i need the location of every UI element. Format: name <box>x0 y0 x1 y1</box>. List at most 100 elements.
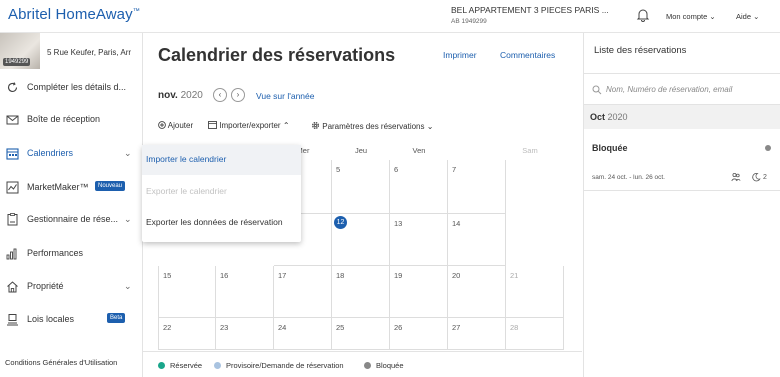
sidebar-item-label: Performances <box>27 248 84 258</box>
reservation-card[interactable]: Bloquée sam. 24 oct. - lun. 26 oct. 2 <box>584 129 780 191</box>
bell-icon[interactable] <box>636 8 650 22</box>
prev-month-button[interactable]: ‹ <box>213 88 227 102</box>
calendar-day[interactable]: 22 <box>158 318 216 350</box>
export-calendar-option: Exporter le calendrier <box>146 186 227 196</box>
calendar-day[interactable]: 21 <box>506 266 564 318</box>
moon-icon <box>752 172 761 182</box>
chevron-down-icon: ⌄ <box>124 148 132 158</box>
import-calendar-option[interactable]: Importer le calendrier <box>142 145 301 175</box>
blocked-dot <box>364 362 371 369</box>
chevron-down-icon: ⌄ <box>426 122 434 131</box>
sidebar-item-complete-details[interactable]: Compléter les détails d... <box>0 73 143 103</box>
reserved-dot <box>158 362 165 369</box>
clipboard-icon <box>7 213 18 226</box>
reservation-settings-button[interactable]: Paramètres des réservations ⌄ <box>311 121 433 131</box>
brand-logo[interactable]: Abritel HomeAway™ <box>8 6 140 23</box>
property-id-badge: 1949299 <box>3 58 31 66</box>
chevron-down-icon: ⌄ <box>753 12 760 21</box>
legend-blocked: Bloquée <box>376 361 404 370</box>
calendar-day[interactable]: 7 <box>448 160 506 214</box>
legend-reserved: Réservée <box>170 361 203 370</box>
sidebar-item-label: Gestionnaire de rése... <box>27 214 119 224</box>
gavel-icon <box>7 314 18 326</box>
comments-link[interactable]: Commentaires <box>500 50 555 60</box>
import-export-button[interactable]: Importer/exporter ⌃ <box>208 121 290 130</box>
chevron-down-icon: ⌄ <box>124 214 132 224</box>
search-input[interactable]: Nom, Numéro de réservation, email <box>606 85 732 94</box>
legend: Réservée Provisoire/Demande de réservati… <box>143 351 582 377</box>
bar-chart-icon <box>6 248 17 260</box>
property-selector-title[interactable]: BEL APPARTEMENT 3 PIECES PARIS ... <box>451 5 609 15</box>
calendar-day[interactable]: 27 <box>448 318 506 350</box>
weekday-header: Jeu <box>354 146 368 155</box>
sidebar-item-inbox[interactable]: Boîte de réception <box>0 105 143 135</box>
property-card[interactable]: 1949299 5 Rue Keufer, Paris, Arr <box>0 33 143 69</box>
new-badge: Nouveau <box>95 181 126 191</box>
terms-link[interactable]: Conditions Générales d'Utilisation <box>5 358 117 367</box>
page-title: Calendrier des réservations <box>158 45 396 65</box>
property-selector-id: AB 1949299 <box>451 18 487 25</box>
home-icon <box>7 281 18 293</box>
calendar-day-today[interactable]: 12 <box>332 214 390 266</box>
year-view-link[interactable]: Vue sur l'année <box>256 91 315 101</box>
sidebar: 1949299 5 Rue Keufer, Paris, Arr Complét… <box>0 33 143 377</box>
today-marker: 12 <box>334 216 347 229</box>
panel-title: Liste des réservations <box>594 45 687 56</box>
gear-icon <box>312 122 319 129</box>
calendar-day[interactable]: 16 <box>216 266 274 318</box>
nights-count: 2 <box>763 174 767 181</box>
refresh-icon <box>7 82 18 93</box>
weekday-header: Sam <box>522 146 538 155</box>
beta-badge: Beta <box>107 313 126 323</box>
chevron-down-icon: ⌄ <box>709 12 716 21</box>
calendar-day[interactable]: 23 <box>216 318 274 350</box>
sidebar-item-property[interactable]: Propriété ⌄ <box>0 272 143 302</box>
calendar-day[interactable]: 19 <box>390 266 448 318</box>
property-address: 5 Rue Keufer, Paris, Arr <box>47 48 132 57</box>
current-month: nov. 2020 <box>158 90 203 101</box>
sidebar-item-label: Propriété <box>27 281 64 291</box>
calendar-day[interactable]: 5 <box>332 160 390 214</box>
calendar-day[interactable]: 14 <box>448 214 506 266</box>
calendar-import-icon <box>208 121 217 129</box>
sidebar-item-label: MarketMaker™ <box>27 182 89 192</box>
calendar-day[interactable]: 6 <box>390 160 448 214</box>
month-group-header: Oct 2020 <box>584 105 780 129</box>
sidebar-item-label: Boîte de réception <box>27 114 101 124</box>
reservation-dates: sam. 24 oct. - lun. 26 oct. <box>592 174 665 181</box>
account-menu[interactable]: Mon compte ⌄ <box>666 12 716 21</box>
sidebar-item-reservation-manager[interactable]: Gestionnaire de rése... ⌄ <box>0 205 143 235</box>
sidebar-item-marketmaker[interactable]: MarketMaker™ Nouveau <box>0 173 143 203</box>
calendar-day[interactable]: 28 <box>506 318 564 350</box>
sidebar-item-calendars[interactable]: Calendriers ⌄ <box>0 139 143 169</box>
sidebar-item-local-laws[interactable]: Lois locales Beta <box>0 305 143 335</box>
calendar-day[interactable]: 25 <box>332 318 390 350</box>
add-button[interactable]: Ajouter <box>158 121 193 130</box>
next-month-button[interactable]: › <box>231 88 245 102</box>
top-bar: Abritel HomeAway™ BEL APPARTEMENT 3 PIEC… <box>0 0 780 33</box>
calendar-icon <box>6 148 19 160</box>
import-export-dropdown: Importer le calendrier Exporter le calen… <box>142 145 301 242</box>
calendar-day[interactable]: 24 <box>274 318 332 350</box>
status-dot <box>765 145 771 151</box>
calendar-day[interactable]: 15 <box>158 266 216 318</box>
calendar-day[interactable]: 13 <box>390 214 448 266</box>
sidebar-item-label: Calendriers <box>27 148 74 158</box>
calendar-day[interactable]: 26 <box>390 318 448 350</box>
sidebar-item-label: Lois locales <box>27 314 75 324</box>
sidebar-item-performances[interactable]: Performances <box>0 239 143 269</box>
chart-line-icon <box>6 181 19 194</box>
search-icon <box>592 85 602 95</box>
help-menu[interactable]: Aide ⌄ <box>736 12 759 21</box>
calendar-day[interactable]: 17 <box>274 266 332 318</box>
reservation-status: Bloquée <box>592 143 628 153</box>
export-reservation-data-option[interactable]: Exporter les données de réservation <box>142 208 301 238</box>
calendar-day[interactable]: 20 <box>448 266 506 318</box>
print-link[interactable]: Imprimer <box>443 50 477 60</box>
calendar-day[interactable]: 18 <box>332 266 390 318</box>
reservations-panel: Liste des réservations Nom, Numéro de ré… <box>583 33 780 377</box>
tentative-dot <box>214 362 221 369</box>
mail-icon <box>6 115 19 125</box>
reservation-search[interactable]: Nom, Numéro de réservation, email <box>584 73 780 105</box>
plus-circle-icon <box>158 121 166 129</box>
